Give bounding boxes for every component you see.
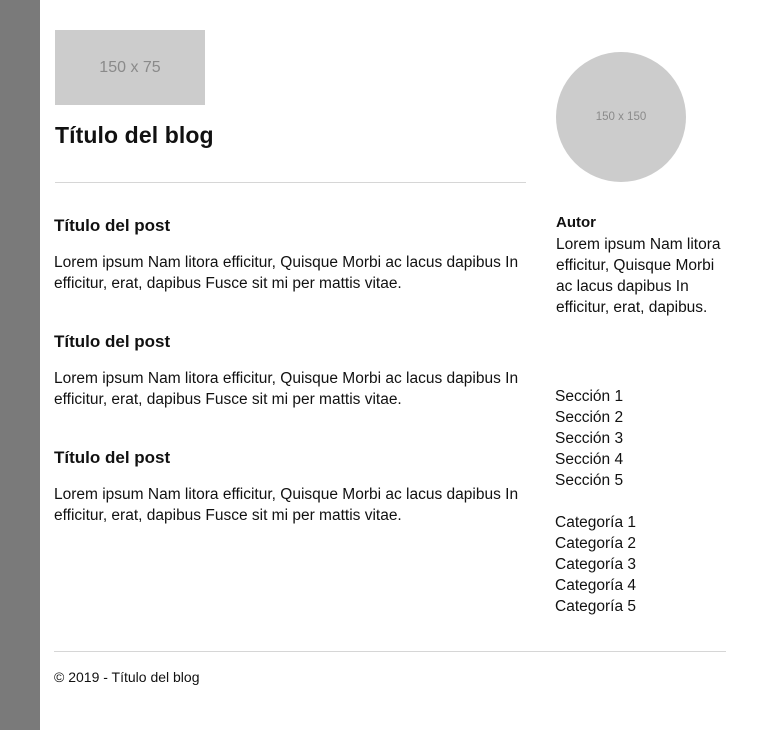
category-link-1[interactable]: Categoría 1: [555, 512, 636, 533]
category-link-3[interactable]: Categoría 3: [555, 554, 636, 575]
post-excerpt: Lorem ipsum Nam litora efficitur, Quisqu…: [54, 486, 519, 524]
post-3: Título del post Lorem ipsum Nam litora e…: [54, 448, 534, 526]
post-title[interactable]: Título del post: [54, 332, 534, 352]
categories-list: Categoría 1 Categoría 2 Categoría 3 Cate…: [555, 512, 636, 617]
author-label: Autor: [556, 214, 596, 231]
author-avatar: 150 x 150: [556, 52, 686, 182]
sections-list: Sección 1 Sección 2 Sección 3 Sección 4 …: [555, 386, 623, 491]
side-rail: [0, 0, 40, 730]
section-link-3[interactable]: Sección 3: [555, 428, 623, 449]
category-link-4[interactable]: Categoría 4: [555, 575, 636, 596]
author-bio: Lorem ipsum Nam litora efficitur, Quisqu…: [556, 236, 721, 316]
post-excerpt: Lorem ipsum Nam litora efficitur, Quisqu…: [54, 254, 519, 292]
post-excerpt: Lorem ipsum Nam litora efficitur, Quisqu…: [54, 370, 519, 408]
logo-placeholder-image: 150 x 75: [55, 30, 205, 105]
category-link-2[interactable]: Categoría 2: [555, 533, 636, 554]
post-title[interactable]: Título del post: [54, 216, 534, 236]
post-1: Título del post Lorem ipsum Nam litora e…: [54, 216, 534, 294]
section-link-5[interactable]: Sección 5: [555, 470, 623, 491]
section-link-2[interactable]: Sección 2: [555, 407, 623, 428]
post-title[interactable]: Título del post: [54, 448, 534, 468]
category-link-5[interactable]: Categoría 5: [555, 596, 636, 617]
footer-divider: [54, 651, 726, 652]
section-link-4[interactable]: Sección 4: [555, 449, 623, 470]
footer-copyright: © 2019 - Título del blog: [54, 669, 200, 685]
logo-placeholder-label: 150 x 75: [99, 58, 161, 76]
avatar-placeholder-label: 150 x 150: [595, 111, 647, 123]
blog-title: Título del blog: [55, 122, 214, 148]
author-block: Autor Lorem ipsum Nam litora efficitur, …: [556, 213, 731, 318]
header-divider: [55, 182, 526, 183]
post-2: Título del post Lorem ipsum Nam litora e…: [54, 332, 534, 410]
section-link-1[interactable]: Sección 1: [555, 386, 623, 407]
